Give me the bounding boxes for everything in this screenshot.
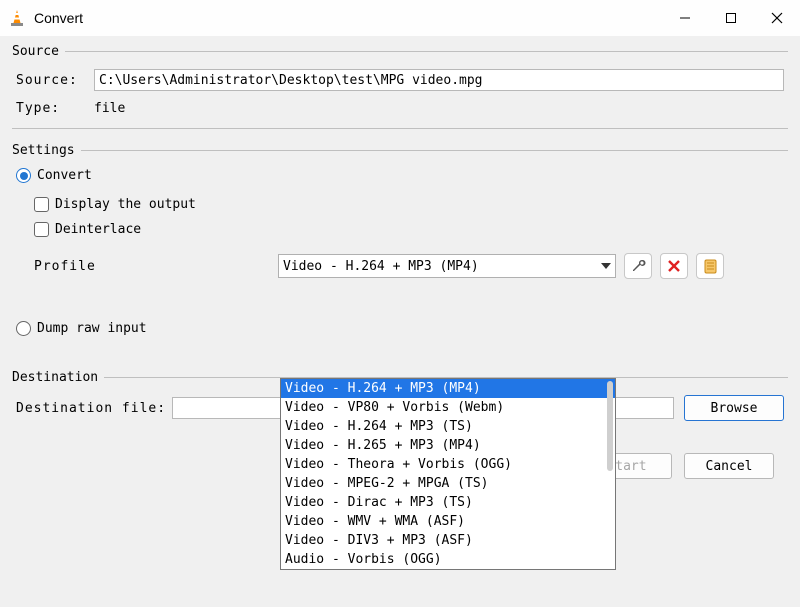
new-profile-button[interactable] [696, 253, 724, 279]
profile-option[interactable]: Video - DIV3 + MP3 (ASF) [281, 531, 615, 550]
source-group: Source Source: Type: file [12, 44, 788, 129]
edit-profile-button[interactable] [624, 253, 652, 279]
display-output-label: Display the output [55, 197, 196, 212]
vlc-cone-icon [8, 9, 26, 27]
window-title: Convert [34, 10, 662, 26]
chevron-down-icon [601, 263, 611, 269]
x-icon [667, 259, 681, 273]
profile-option[interactable]: Video - H.264 + MP3 (TS) [281, 417, 615, 436]
profile-dropdown-list[interactable]: Video - H.264 + MP3 (MP4) Video - VP80 +… [280, 378, 616, 570]
cancel-button[interactable]: Cancel [684, 453, 774, 479]
delete-profile-button[interactable] [660, 253, 688, 279]
profile-option[interactable]: Video - Theora + Vorbis (OGG) [281, 455, 615, 474]
display-output-checkbox[interactable]: Display the output [34, 197, 784, 212]
type-value: file [94, 101, 125, 116]
scrollbar-thumb[interactable] [607, 381, 613, 471]
deinterlace-checkbox[interactable]: Deinterlace [34, 222, 784, 237]
dump-raw-label: Dump raw input [37, 321, 147, 336]
profile-option[interactable]: Video - VP80 + Vorbis (Webm) [281, 398, 615, 417]
new-doc-icon [703, 259, 718, 274]
close-button[interactable] [754, 0, 800, 36]
profile-option[interactable]: Video - MPEG-2 + MPGA (TS) [281, 474, 615, 493]
minimize-button[interactable] [662, 0, 708, 36]
destination-legend: Destination [12, 370, 104, 385]
source-label: Source: [16, 73, 94, 88]
settings-legend: Settings [12, 143, 81, 158]
settings-group: Settings Convert Display the output Dein… [12, 143, 788, 356]
title-bar: Convert [0, 0, 800, 36]
browse-button[interactable]: Browse [684, 395, 784, 421]
profile-label: Profile [34, 259, 278, 274]
dump-raw-radio[interactable]: Dump raw input [16, 321, 784, 336]
checkbox-icon [34, 197, 49, 212]
profile-option[interactable]: Audio - Vorbis (OGG) [281, 550, 615, 569]
source-legend: Source [12, 44, 65, 59]
convert-label: Convert [37, 168, 92, 183]
destination-label: Destination file: [16, 401, 166, 416]
wrench-icon [630, 258, 646, 274]
source-path-input[interactable] [94, 69, 784, 91]
profile-option[interactable]: Video - WMV + WMA (ASF) [281, 512, 615, 531]
type-label: Type: [16, 101, 94, 116]
deinterlace-label: Deinterlace [55, 222, 141, 237]
convert-radio[interactable]: Convert [16, 168, 784, 183]
profile-selected-text: Video - H.264 + MP3 (MP4) [283, 259, 479, 274]
radio-icon [16, 168, 31, 183]
profile-combobox[interactable]: Video - H.264 + MP3 (MP4) [278, 254, 616, 278]
profile-option[interactable]: Video - Dirac + MP3 (TS) [281, 493, 615, 512]
profile-option[interactable]: Video - H.264 + MP3 (MP4) [281, 379, 615, 398]
radio-icon [16, 321, 31, 336]
maximize-button[interactable] [708, 0, 754, 36]
profile-option[interactable]: Video - H.265 + MP3 (MP4) [281, 436, 615, 455]
checkbox-icon [34, 222, 49, 237]
